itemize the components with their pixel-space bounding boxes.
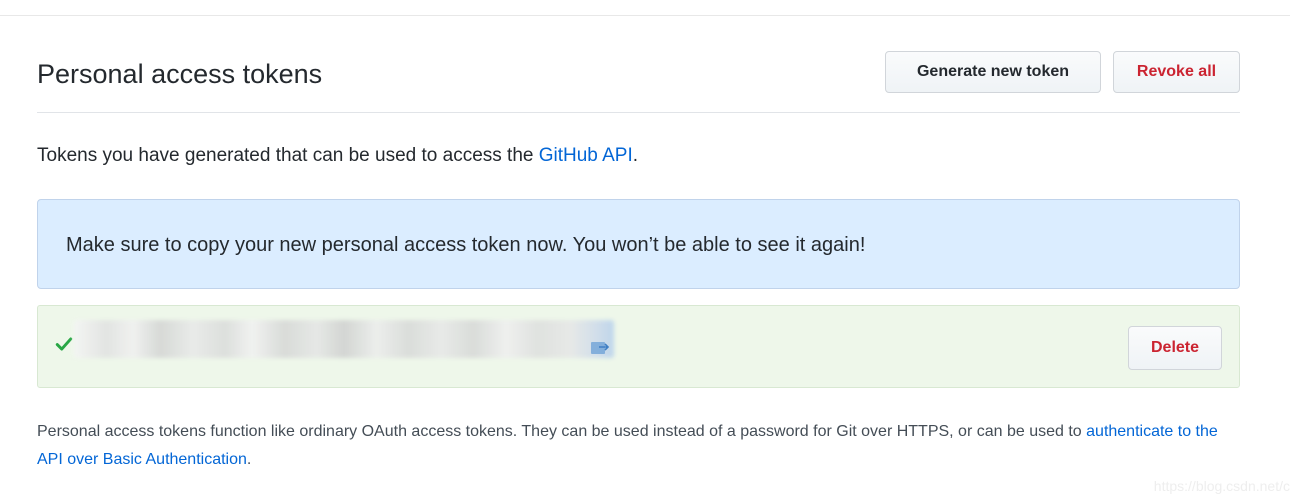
check-icon: [55, 337, 73, 351]
revoke-all-button[interactable]: Revoke all: [1113, 51, 1240, 93]
top-divider: [0, 15, 1290, 16]
new-token-row: Delete: [37, 305, 1240, 388]
intro-suffix: .: [632, 145, 639, 166]
watermark: https://blog.csdn.net/c: [1153, 478, 1290, 494]
token-value-redacted[interactable]: [74, 320, 614, 358]
intro-prefix: Tokens you have generated that can be us…: [37, 145, 539, 166]
clippy-icon[interactable]: [590, 338, 610, 356]
settings-page: Personal access tokens Generate new toke…: [0, 0, 1290, 494]
footer-note: Personal access tokens function like ord…: [37, 418, 1247, 474]
flash-message: Make sure to copy your new personal acce…: [66, 234, 866, 256]
page-title: Personal access tokens: [37, 59, 323, 89]
generate-new-token-button[interactable]: Generate new token: [885, 51, 1101, 93]
intro-text: Tokens you have generated that can be us…: [37, 145, 638, 167]
note-suffix: .: [246, 451, 252, 468]
flash-notice: Make sure to copy your new personal acce…: [37, 199, 1240, 289]
github-api-link[interactable]: GitHub API: [539, 145, 633, 166]
note-text: Personal access tokens function like ord…: [37, 423, 1087, 440]
subhead: Personal access tokens Generate new toke…: [37, 49, 1240, 113]
delete-token-button[interactable]: Delete: [1128, 326, 1222, 370]
